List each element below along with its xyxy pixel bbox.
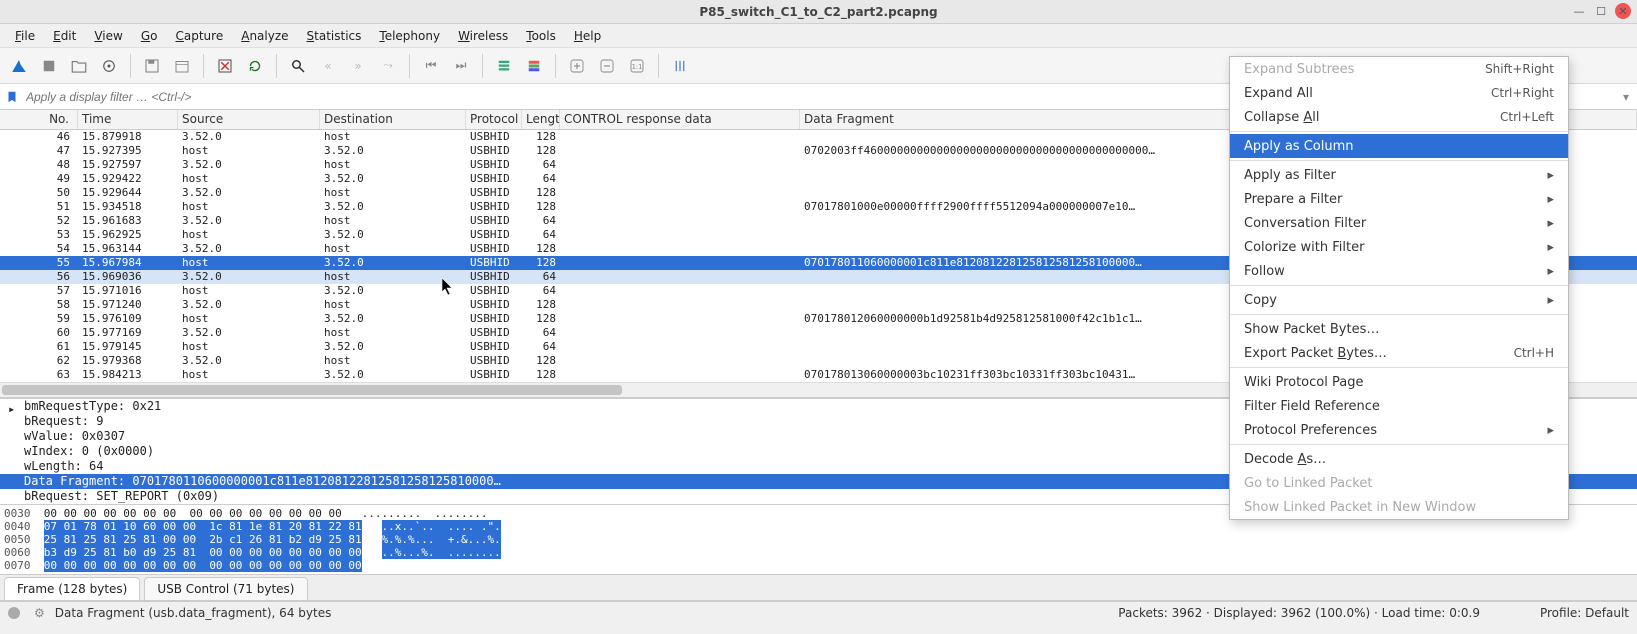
- menu-edit[interactable]: Edit: [44, 26, 85, 46]
- stop-capture-icon[interactable]: [35, 52, 63, 80]
- col-control-resp[interactable]: CONTROL response data: [560, 110, 800, 129]
- go-first-icon[interactable]: ⏮: [417, 52, 445, 80]
- ctx-item[interactable]: Protocol Preferences▸: [1230, 418, 1568, 442]
- col-destination[interactable]: Destination: [320, 110, 466, 129]
- ctx-item[interactable]: Copy▸: [1230, 288, 1568, 312]
- filter-expression-button[interactable]: ▾: [1617, 90, 1635, 104]
- resize-columns-icon[interactable]: [666, 52, 694, 80]
- menu-go[interactable]: Go: [132, 26, 167, 46]
- ctx-item[interactable]: Prepare a Filter▸: [1230, 187, 1568, 211]
- ctx-item: Go to Linked Packet: [1230, 471, 1568, 495]
- scrollbar-thumb[interactable]: [2, 385, 622, 395]
- go-previous-icon[interactable]: «: [314, 52, 342, 80]
- go-last-icon[interactable]: ⏭: [447, 52, 475, 80]
- menu-wireless[interactable]: Wireless: [449, 26, 517, 46]
- bookmark-filter-icon[interactable]: [2, 87, 22, 107]
- zoom-in-icon[interactable]: [563, 52, 591, 80]
- status-bar: ⚙ Data Fragment (usb.data_fragment), 64 …: [0, 601, 1637, 623]
- ctx-item: Expand SubtreesShift+Right: [1230, 57, 1568, 81]
- menu-bar: FileEditViewGoCaptureAnalyzeStatisticsTe…: [0, 24, 1637, 48]
- expert-info-icon[interactable]: [8, 607, 20, 619]
- calendar-icon[interactable]: [168, 52, 196, 80]
- status-left: Data Fragment (usb.data_fragment), 64 by…: [55, 606, 332, 620]
- col-no[interactable]: No.: [0, 110, 78, 129]
- menu-statistics[interactable]: Statistics: [298, 26, 371, 46]
- col-length[interactable]: Length: [522, 110, 560, 129]
- reload-icon[interactable]: [241, 52, 269, 80]
- open-file-icon[interactable]: [65, 52, 93, 80]
- menu-help[interactable]: Help: [565, 26, 610, 46]
- col-source[interactable]: Source: [178, 110, 320, 129]
- menu-view[interactable]: View: [85, 26, 131, 46]
- window-title: P85_switch_C1_to_C2_part2.pcapng: [699, 5, 937, 19]
- ctx-item[interactable]: Conversation Filter▸: [1230, 211, 1568, 235]
- ctx-item[interactable]: Colorize with Filter▸: [1230, 235, 1568, 259]
- byte-view-tabs: Frame (128 bytes) USB Control (71 bytes): [0, 575, 1637, 601]
- ctx-item[interactable]: Wiki Protocol Page: [1230, 370, 1568, 394]
- ctx-item[interactable]: Export Packet Bytes…Ctrl+H: [1230, 341, 1568, 365]
- context-menu[interactable]: Expand SubtreesShift+RightExpand AllCtrl…: [1229, 56, 1569, 520]
- menu-analyze[interactable]: Analyze: [232, 26, 297, 46]
- shark-fin-icon[interactable]: [5, 52, 33, 80]
- ctx-item[interactable]: Collapse AllCtrl+Left: [1230, 105, 1568, 129]
- ctx-item: Show Linked Packet in New Window: [1230, 495, 1568, 519]
- save-icon[interactable]: [138, 52, 166, 80]
- ctx-item[interactable]: Filter Field Reference: [1230, 394, 1568, 418]
- close-icon[interactable]: ✕: [1615, 3, 1631, 19]
- menu-telephony[interactable]: Telephony: [370, 26, 449, 46]
- options-icon[interactable]: ⚙: [34, 606, 45, 620]
- colorize-icon[interactable]: [520, 52, 548, 80]
- col-protocol[interactable]: Protocol: [466, 110, 522, 129]
- ctx-item[interactable]: Decode As…: [1230, 447, 1568, 471]
- zoom-out-icon[interactable]: [593, 52, 621, 80]
- status-profile[interactable]: Profile: Default: [1540, 606, 1629, 620]
- autoscroll-icon[interactable]: [490, 52, 518, 80]
- go-next-icon[interactable]: »: [344, 52, 372, 80]
- go-jump-icon[interactable]: ⤳: [374, 52, 402, 80]
- ctx-item[interactable]: Apply as Filter▸: [1230, 163, 1568, 187]
- tab-frame[interactable]: Frame (128 bytes): [4, 577, 140, 600]
- ctx-item[interactable]: Show Packet Bytes…: [1230, 317, 1568, 341]
- status-packets: Packets: 3962 · Displayed: 3962 (100.0%)…: [1118, 606, 1480, 620]
- menu-capture[interactable]: Capture: [166, 26, 232, 46]
- menu-file[interactable]: File: [6, 26, 44, 46]
- capture-options-icon[interactable]: [95, 52, 123, 80]
- close-capture-icon[interactable]: [211, 52, 239, 80]
- maximize-icon[interactable]: ☐: [1593, 3, 1609, 19]
- minimize-icon[interactable]: —: [1571, 3, 1587, 19]
- tab-usb-control[interactable]: USB Control (71 bytes): [144, 577, 307, 600]
- ctx-item[interactable]: Expand AllCtrl+Right: [1230, 81, 1568, 105]
- ctx-item[interactable]: Apply as Column: [1230, 134, 1568, 158]
- menu-tools[interactable]: Tools: [517, 26, 565, 46]
- zoom-reset-icon[interactable]: 1:1: [623, 52, 651, 80]
- col-time[interactable]: Time: [78, 110, 178, 129]
- title-bar: P85_switch_C1_to_C2_part2.pcapng — ☐ ✕: [0, 0, 1637, 24]
- ctx-item[interactable]: Follow▸: [1230, 259, 1568, 283]
- svg-text:1:1: 1:1: [632, 63, 643, 71]
- find-icon[interactable]: [284, 52, 312, 80]
